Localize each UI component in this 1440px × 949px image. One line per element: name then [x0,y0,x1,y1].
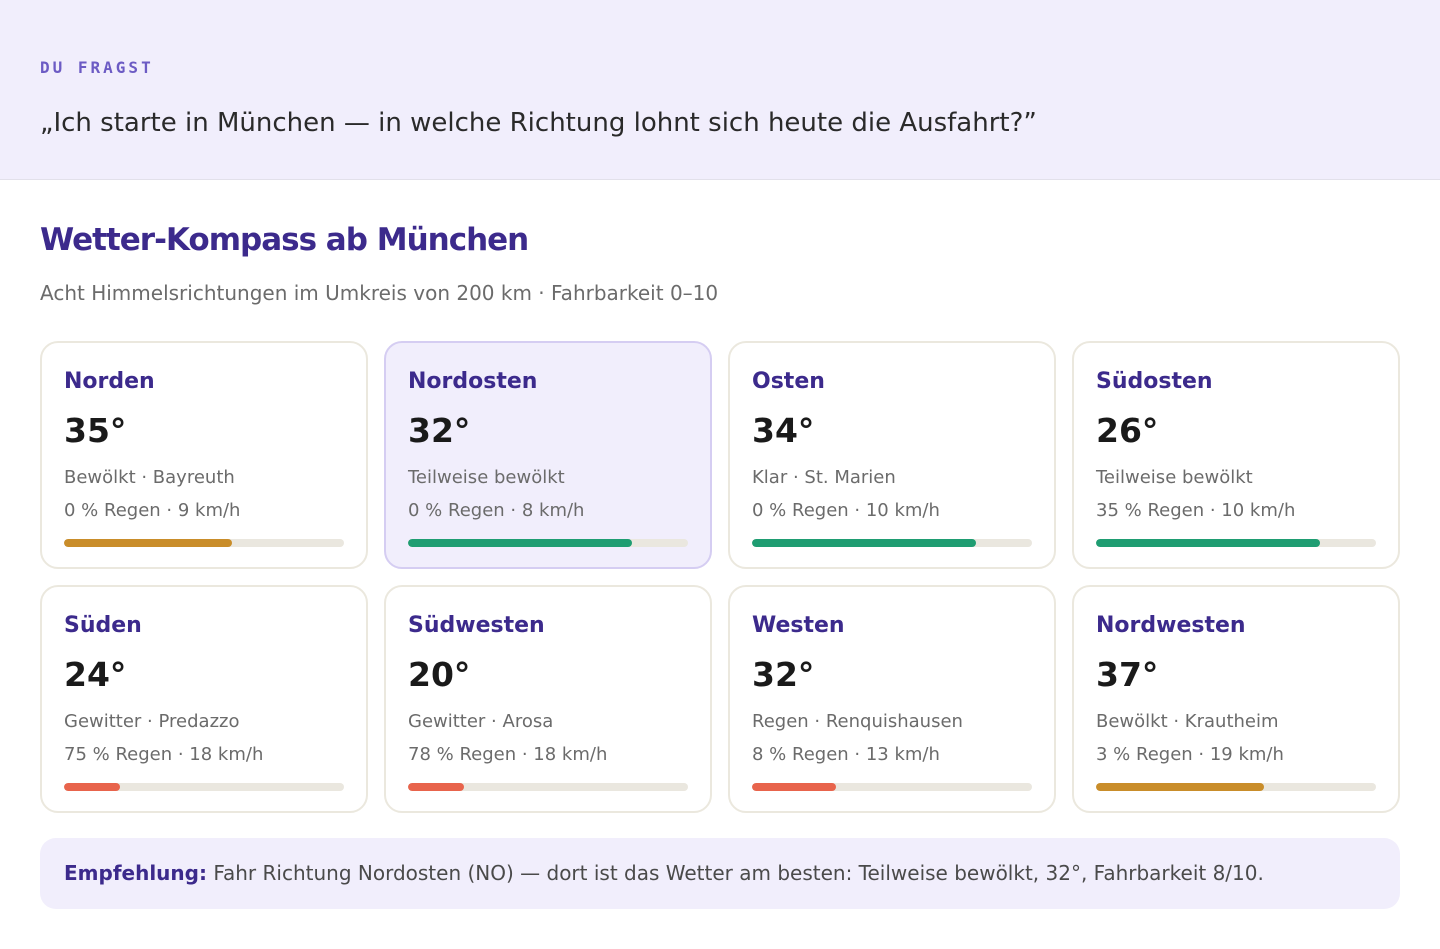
direction-name: Nordosten [408,369,538,394]
compass-title: Wetter-Kompass ab München [40,222,529,258]
direction-card-sueden[interactable]: Süden 24° Gewitter · Predazzo 75 % Regen… [40,585,368,813]
direction-name: Südosten [1096,369,1213,394]
direction-temperature: 24° [64,655,127,694]
direction-card-nordwesten[interactable]: Nordwesten 37° Bewölkt · Krautheim 3 % R… [1072,585,1400,813]
question-label: DU FRAGST [40,58,154,77]
direction-temperature: 32° [752,655,815,694]
direction-temperature: 20° [408,655,471,694]
recommendation-text-line: Empfehlung: Fahr Richtung Nordosten (NO)… [64,861,1264,885]
direction-name: Norden [64,369,155,394]
recommendation-text: Fahr Richtung Nordosten (NO) — dort ist … [213,861,1264,885]
direction-rain-wind: 3 % Regen · 19 km/h [1096,744,1284,765]
direction-card-nordosten[interactable]: Nordosten 32° Teilweise bewölkt 0 % Rege… [384,341,712,569]
direction-condition: Bewölkt · Bayreuth [64,467,235,488]
recommendation-label: Empfehlung: [64,861,207,885]
rideability-bar-fill [1096,539,1320,547]
direction-condition: Teilweise bewölkt [1096,467,1253,488]
direction-rain-wind: 0 % Regen · 9 km/h [64,500,241,521]
direction-rain-wind: 0 % Regen · 8 km/h [408,500,585,521]
rideability-bar-fill [408,539,632,547]
rideability-bar [752,539,1032,547]
direction-temperature: 37° [1096,655,1159,694]
direction-name: Nordwesten [1096,613,1246,638]
direction-condition: Teilweise bewölkt [408,467,565,488]
question-text: „Ich starte in München — in welche Richt… [40,108,1037,138]
direction-card-norden[interactable]: Norden 35° Bewölkt · Bayreuth 0 % Regen … [40,341,368,569]
direction-card-suedosten[interactable]: Südosten 26° Teilweise bewölkt 35 % Rege… [1072,341,1400,569]
direction-grid: Norden 35° Bewölkt · Bayreuth 0 % Regen … [40,341,1400,814]
direction-card-osten[interactable]: Osten 34° Klar · St. Marien 0 % Regen · … [728,341,1056,569]
direction-rain-wind: 35 % Regen · 10 km/h [1096,500,1296,521]
direction-condition: Regen · Renquishausen [752,711,963,732]
direction-temperature: 26° [1096,411,1159,450]
rideability-bar-fill [64,783,120,791]
direction-temperature: 35° [64,411,127,450]
direction-temperature: 34° [752,411,815,450]
direction-condition: Gewitter · Predazzo [64,711,240,732]
direction-name: Süden [64,613,142,638]
rideability-bar [64,539,344,547]
rideability-bar-fill [752,783,836,791]
recommendation-panel: Empfehlung: Fahr Richtung Nordosten (NO)… [40,838,1400,909]
rideability-bar-fill [408,783,464,791]
rideability-bar [408,539,688,547]
direction-rain-wind: 78 % Regen · 18 km/h [408,744,608,765]
direction-name: Südwesten [408,613,545,638]
rideability-bar [64,783,344,791]
direction-condition: Bewölkt · Krautheim [1096,711,1279,732]
direction-card-westen[interactable]: Westen 32° Regen · Renquishausen 8 % Reg… [728,585,1056,813]
question-panel: DU FRAGST „Ich starte in München — in we… [0,0,1440,180]
rideability-bar-fill [64,539,232,547]
rideability-bar [408,783,688,791]
direction-rain-wind: 8 % Regen · 13 km/h [752,744,940,765]
direction-condition: Gewitter · Arosa [408,711,554,732]
direction-name: Westen [752,613,845,638]
rideability-bar [1096,783,1376,791]
compass-subtitle: Acht Himmelsrichtungen im Umkreis von 20… [40,281,719,305]
direction-rain-wind: 0 % Regen · 10 km/h [752,500,940,521]
direction-condition: Klar · St. Marien [752,467,896,488]
rideability-bar [1096,539,1376,547]
direction-card-suedwesten[interactable]: Südwesten 20° Gewitter · Arosa 78 % Rege… [384,585,712,813]
direction-rain-wind: 75 % Regen · 18 km/h [64,744,264,765]
direction-temperature: 32° [408,411,471,450]
rideability-bar-fill [752,539,976,547]
rideability-bar [752,783,1032,791]
rideability-bar-fill [1096,783,1264,791]
direction-name: Osten [752,369,825,394]
